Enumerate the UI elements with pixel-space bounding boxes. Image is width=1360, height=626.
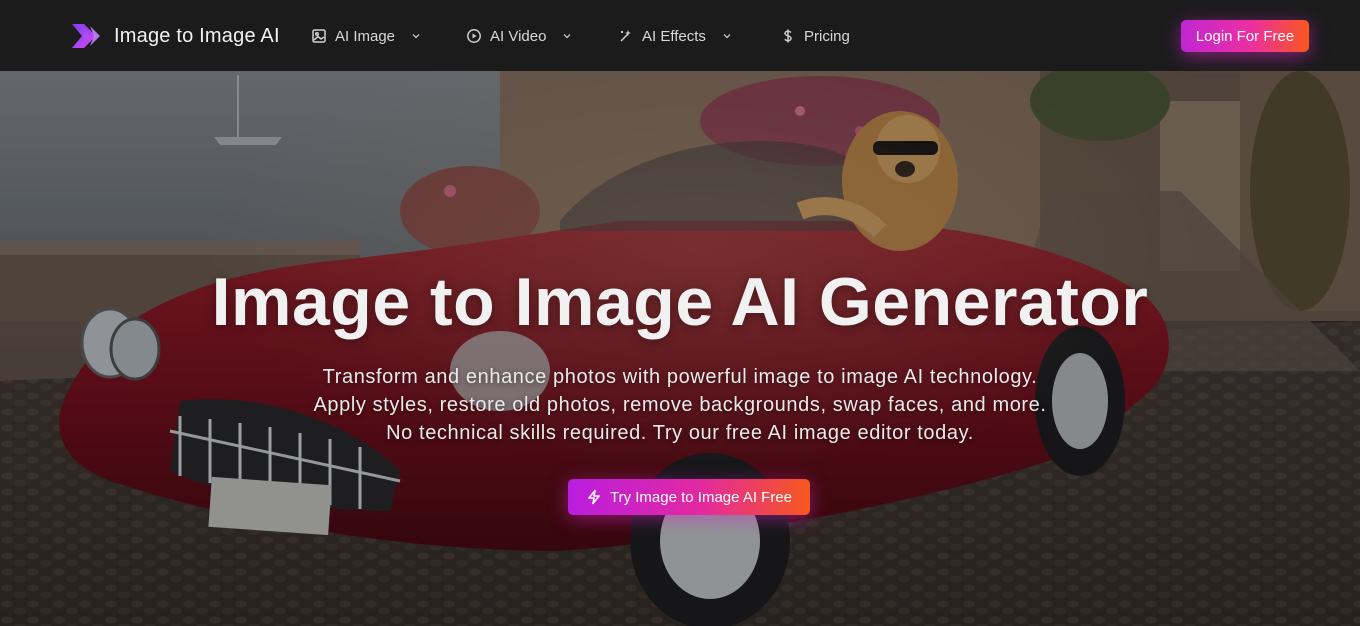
magic-wand-icon <box>620 30 631 42</box>
lightning-icon <box>588 489 600 505</box>
hero-section: Image to Image AI Generator Transform an… <box>0 71 1360 626</box>
hero-dark-overlay <box>0 71 1360 626</box>
chevron-logo-icon <box>72 24 100 48</box>
nav-ai-effects-dropdown[interactable]: AI Effects <box>618 22 732 50</box>
nav-ai-effects-label: AI Effects <box>642 27 706 45</box>
nav-ai-image-dropdown[interactable]: AI Image <box>311 22 421 50</box>
nav-pricing-link[interactable]: Pricing <box>780 22 850 50</box>
brand-name: Image to Image AI <box>114 24 280 47</box>
dollar-icon <box>784 29 792 43</box>
nav-ai-video-dropdown[interactable]: AI Video <box>466 22 572 50</box>
nav-pricing-label: Pricing <box>804 27 850 45</box>
try-free-cta-label: Try Image to Image AI Free <box>609 488 792 506</box>
nav-ai-video-label: AI Video <box>490 27 547 45</box>
play-circle-icon <box>467 29 481 43</box>
chevron-down-icon <box>412 34 420 39</box>
top-navigation-bar: Image to Image AI AI Image AI Video AI E… <box>0 0 1360 71</box>
login-button[interactable]: Login For Free <box>1181 20 1309 52</box>
try-free-cta-button[interactable]: Try Image to Image AI Free <box>568 479 810 515</box>
nav-ai-image-label: AI Image <box>335 27 396 45</box>
hero-title: Image to Image AI Generator <box>211 264 1149 340</box>
hero-subtitle-line: Apply styles, restore old photos, remove… <box>313 394 1047 416</box>
chevron-down-icon <box>723 34 731 39</box>
brand-link[interactable]: Image to Image AI <box>70 21 280 51</box>
hero-subtitle-line: No technical skills required. Try our fr… <box>386 422 974 444</box>
hero-subtitle-line: Transform and enhance photos with powerf… <box>322 366 1038 388</box>
chevron-down-icon <box>563 34 571 39</box>
image-icon <box>312 29 326 43</box>
hero-subtitle: Transform and enhance photos with powerf… <box>0 363 1360 447</box>
